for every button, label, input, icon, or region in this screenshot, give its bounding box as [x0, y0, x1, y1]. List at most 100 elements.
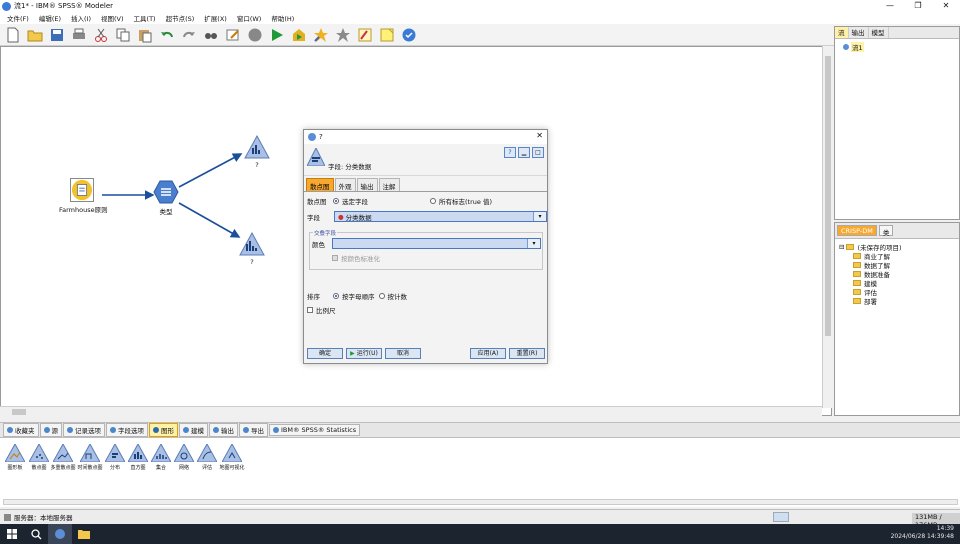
palette-tab-modeling[interactable]: 建模 — [179, 423, 208, 437]
normalize-checkbox[interactable] — [332, 255, 338, 261]
copy-icon[interactable] — [113, 25, 132, 44]
menu-edit[interactable]: 编辑(E) — [34, 13, 66, 23]
palette-tab-favorites[interactable]: 收藏夹 — [3, 423, 39, 437]
stop-icon[interactable] — [245, 25, 264, 44]
palette-node-graphboard[interactable]: 图形板 — [2, 442, 28, 471]
save-icon[interactable] — [47, 25, 66, 44]
minimize-button[interactable]: — — [876, 0, 904, 12]
palette-node-multiplot[interactable]: 多重散点图 — [50, 442, 76, 471]
find-icon[interactable] — [201, 25, 220, 44]
taskbar-clock[interactable]: 14:39 2024/06/28 14:39:48 — [891, 525, 954, 541]
tab-crisp-dm[interactable]: CRISP-DM — [837, 225, 877, 236]
sort-count-radio[interactable] — [378, 293, 385, 299]
tab-streams[interactable]: 流 — [835, 27, 849, 38]
tab-plot[interactable]: 散点图 — [306, 178, 334, 191]
cut-icon[interactable] — [91, 25, 110, 44]
open-folder-icon[interactable] — [25, 25, 44, 44]
status-progress-button[interactable] — [773, 512, 789, 522]
proportional-checkbox[interactable] — [307, 307, 313, 313]
tab-appearance[interactable]: 外观 — [334, 178, 356, 191]
palette-tab-sources[interactable]: 源 — [39, 423, 62, 437]
selected-fields-radio[interactable] — [333, 198, 339, 204]
palette-node-evaluation[interactable]: 评估 — [194, 442, 220, 471]
top-output-node[interactable]: ? — [243, 135, 271, 169]
menu-tools[interactable]: 工具(T) — [129, 13, 161, 23]
palette-node-map-visualization[interactable]: 地图可视化 — [219, 442, 245, 471]
search-icon[interactable] — [24, 524, 48, 544]
spss-taskbar-icon[interactable] — [48, 524, 72, 544]
sort-alphabetical-option[interactable]: 按字母顺序 — [333, 291, 375, 301]
run-icon[interactable] — [267, 25, 286, 44]
new-file-icon[interactable] — [3, 25, 22, 44]
ok-button[interactable]: 确定 — [307, 348, 343, 359]
close-button[interactable]: ✕ — [932, 0, 960, 12]
annotation-icon[interactable] — [355, 25, 374, 44]
all-flags-radio[interactable] — [430, 198, 436, 204]
dialog-maximize-icon[interactable]: □ — [532, 147, 544, 158]
menu-supernode[interactable]: 超节点(S) — [161, 13, 200, 23]
palette-tab-field-ops[interactable]: 字段选项 — [106, 423, 148, 437]
all-flags-option[interactable]: 所有标志(true 值) — [430, 196, 492, 206]
tree-item[interactable]: 数据了解 — [839, 260, 955, 270]
palette-tab-output[interactable]: 输出 — [209, 423, 238, 437]
help-globe-icon[interactable] — [399, 25, 418, 44]
comment-icon[interactable] — [377, 25, 396, 44]
file-explorer-icon[interactable] — [72, 524, 96, 544]
color-select[interactable]: ▾ — [332, 238, 541, 249]
field-picker-icon[interactable]: ▾ — [533, 212, 546, 221]
reset-button[interactable]: 重置(R) — [509, 348, 545, 359]
tab-outputs[interactable]: 输出 — [849, 27, 869, 38]
redo-icon[interactable] — [179, 25, 198, 44]
tree-item[interactable]: 建模 — [839, 278, 955, 288]
palette-node-timeplot[interactable]: 时间散点图 — [77, 442, 103, 471]
dialog-minimize-icon[interactable]: ▁ — [518, 147, 530, 158]
server-status[interactable]: 服务器：本地服务器 — [4, 512, 73, 522]
stream-list-item[interactable]: 流1 — [843, 42, 959, 52]
canvas-hscroll-thumb[interactable] — [12, 409, 26, 415]
maximize-button[interactable]: ❐ — [904, 0, 932, 12]
project-root[interactable]: ⊟ (未保存的项目) — [839, 242, 955, 252]
palette-tab-record-ops[interactable]: 记录选项 — [63, 423, 105, 437]
menu-window[interactable]: 窗口(W) — [232, 13, 267, 23]
palette-scrollbar[interactable] — [3, 499, 958, 505]
tree-item[interactable]: 商业了解 — [839, 251, 955, 261]
paste-icon[interactable] — [135, 25, 154, 44]
palette-tab-export[interactable]: 导出 — [239, 423, 268, 437]
field-select[interactable]: ● 分类数据 ▾ — [334, 211, 547, 222]
print-icon[interactable] — [69, 25, 88, 44]
palette-node-plot[interactable]: 散点图 — [26, 442, 52, 471]
menu-extensions[interactable]: 扩展(X) — [199, 13, 232, 23]
sort-count-option[interactable]: 按计数 — [378, 291, 407, 301]
canvas-horizontal-scrollbar[interactable] — [0, 406, 822, 416]
dialog-help-icon[interactable]: ? — [504, 147, 516, 158]
apply-button[interactable]: 应用(A) — [470, 348, 506, 359]
color-picker-icon[interactable]: ▾ — [527, 239, 540, 248]
dialog-close-icon[interactable]: ✕ — [536, 131, 543, 140]
run-selection-icon[interactable] — [289, 25, 308, 44]
menu-insert[interactable]: 插入(I) — [66, 13, 96, 23]
sort-alphabetical-radio[interactable] — [333, 293, 339, 299]
cancel-button[interactable]: 取消 — [385, 348, 421, 359]
tab-annotations[interactable]: 注解 — [378, 178, 400, 191]
tab-models[interactable]: 模型 — [869, 27, 889, 38]
menu-file[interactable]: 文件(F) — [2, 13, 34, 23]
palette-tab-statistics[interactable]: IBM® SPSS® Statistics — [269, 424, 361, 436]
tree-item[interactable]: 评估 — [839, 287, 955, 297]
tab-output[interactable]: 输出 — [356, 178, 378, 191]
undo-icon[interactable] — [157, 25, 176, 44]
tree-item[interactable]: 数据准备 — [839, 269, 955, 279]
selected-fields-option[interactable]: 选定字段 — [333, 196, 368, 206]
windows-start-icon[interactable] — [0, 524, 24, 544]
star-icon[interactable] — [333, 25, 352, 44]
bottom-output-node[interactable]: ? — [238, 232, 266, 266]
edit-icon[interactable] — [223, 25, 242, 44]
tree-item[interactable]: 部署 — [839, 296, 955, 306]
source-node[interactable]: Farmhouse原则 — [59, 178, 108, 214]
run-button[interactable]: ▶ 运行(U) — [346, 348, 382, 359]
canvas-vscroll-thumb[interactable] — [825, 56, 831, 336]
palette-tab-graphs[interactable]: 图形 — [149, 423, 178, 437]
type-node[interactable]: 类型 — [151, 180, 181, 216]
menu-help[interactable]: 帮助(H) — [266, 13, 299, 23]
canvas-vertical-scrollbar[interactable] — [822, 46, 832, 408]
menu-view[interactable]: 视图(V) — [96, 13, 129, 23]
